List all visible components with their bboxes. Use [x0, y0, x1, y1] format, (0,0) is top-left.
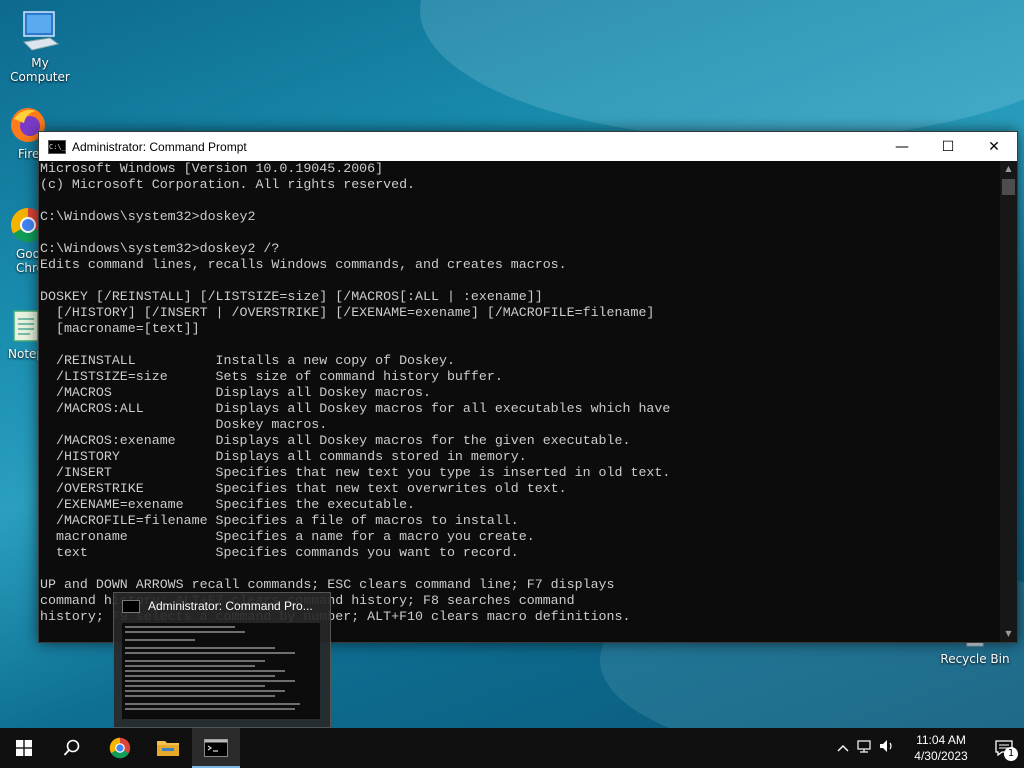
taskbar: 11:04 AM 4/30/2023 1 — [0, 728, 1024, 768]
chrome-icon — [109, 737, 131, 759]
system-tray: 11:04 AM 4/30/2023 1 — [832, 728, 1024, 768]
chrome-taskbar-button[interactable] — [96, 728, 144, 768]
cmd-icon[interactable]: C:\_ — [48, 139, 66, 154]
scroll-up-arrow-icon[interactable]: ▲ — [1000, 161, 1017, 177]
taskbar-clock[interactable]: 11:04 AM 4/30/2023 — [904, 732, 978, 764]
clock-date: 4/30/2023 — [914, 749, 968, 763]
minimize-button[interactable]: — — [879, 132, 925, 161]
desktop-wallpaper-wave — [420, 0, 1024, 140]
desktop-icon-label: Recycle Bin — [940, 652, 1010, 666]
folder-icon — [157, 741, 179, 756]
windows-logo-icon — [16, 740, 32, 756]
search-button[interactable] — [48, 728, 96, 768]
volume-icon[interactable] — [876, 738, 898, 758]
show-hidden-icons-chevron-icon[interactable] — [832, 741, 854, 756]
window-titlebar[interactable]: C:\_ Administrator: Command Prompt — ☐ ✕ — [39, 132, 1017, 161]
computer-icon — [22, 11, 60, 51]
scrollbar-thumb[interactable] — [1002, 179, 1015, 195]
preview-titlebar: Administrator: Command Pro... — [114, 593, 330, 619]
search-icon — [63, 739, 80, 756]
cmd-icon — [122, 599, 140, 613]
close-button[interactable]: ✕ — [971, 132, 1017, 161]
start-button[interactable] — [0, 728, 48, 768]
desktop-icon-my-computer[interactable]: My Computer — [0, 10, 80, 84]
vertical-scrollbar[interactable]: ▲ ▼ — [1000, 161, 1017, 642]
preview-title: Administrator: Command Pro... — [148, 599, 313, 613]
desktop-icon-label: My Computer — [10, 56, 70, 84]
console-output[interactable]: Microsoft Windows [Version 10.0.19045.20… — [39, 161, 999, 642]
scroll-down-arrow-icon[interactable]: ▼ — [1000, 626, 1017, 642]
window-title: Administrator: Command Prompt — [72, 139, 247, 154]
command-prompt-window[interactable]: C:\_ Administrator: Command Prompt — ☐ ✕… — [38, 131, 1018, 643]
preview-thumbnail-image[interactable] — [122, 623, 320, 719]
taskbar-thumbnail-preview[interactable]: Administrator: Command Pro... — [113, 592, 331, 728]
command-prompt-taskbar-button[interactable] — [192, 728, 240, 768]
clock-time: 11:04 AM — [916, 733, 966, 747]
cmd-icon — [204, 739, 228, 757]
file-explorer-taskbar-button[interactable] — [144, 728, 192, 768]
console-text: Microsoft Windows [Version 10.0.19045.20… — [40, 161, 671, 624]
notification-count-badge: 1 — [1004, 747, 1018, 761]
maximize-button[interactable]: ☐ — [925, 132, 971, 161]
network-icon[interactable] — [854, 738, 876, 758]
action-center-button[interactable]: 1 — [984, 728, 1024, 768]
